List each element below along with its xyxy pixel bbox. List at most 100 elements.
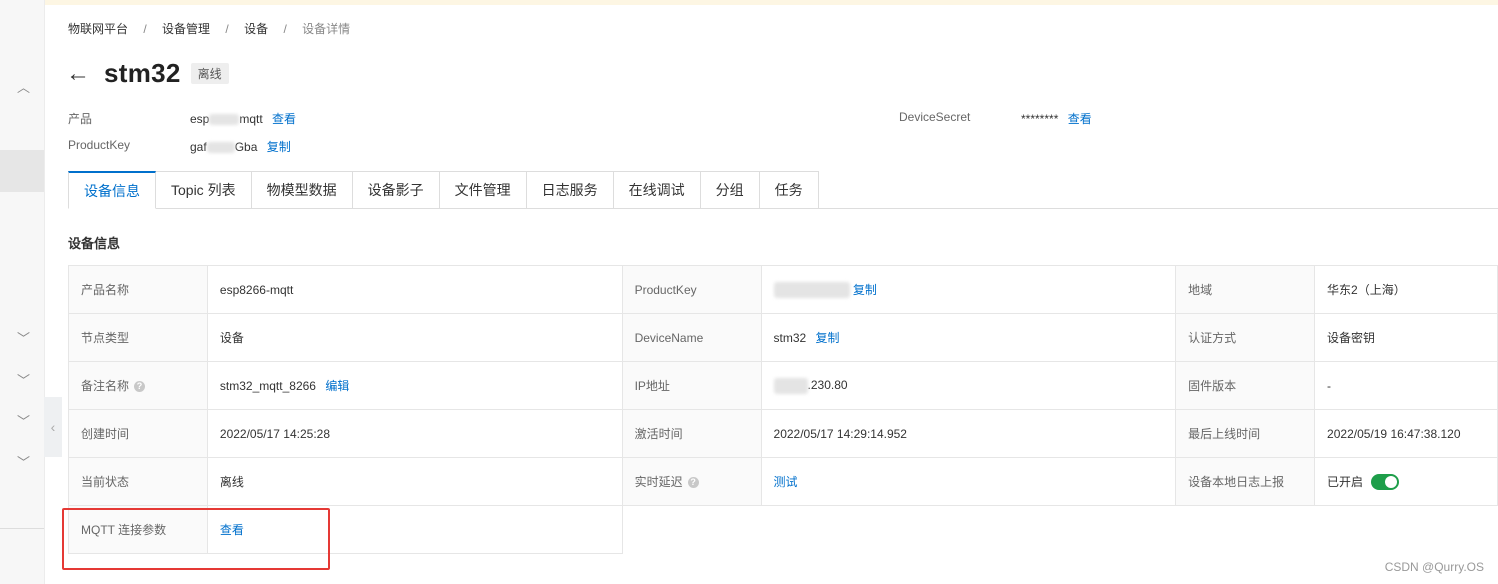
- top-notice-strip: [0, 0, 1498, 5]
- auth-method-value: 设备密钥: [1314, 313, 1498, 362]
- meta-productkey-prefix: gaf: [190, 140, 207, 154]
- current-state-label: 当前状态: [68, 457, 208, 506]
- firmware-version-value: -: [1314, 361, 1498, 410]
- copy-productkey-button[interactable]: 复制: [853, 283, 877, 297]
- activated-time-value: 2022/05/17 14:29:14.952: [760, 409, 1177, 458]
- chevron-down-icon[interactable]: ﹀: [17, 332, 30, 345]
- table-row: 产品名称 esp8266-mqtt ProductKey 复制 地域 华东2（上…: [68, 265, 1498, 314]
- help-icon[interactable]: ?: [687, 477, 699, 489]
- ip-address-value: .230.80: [760, 361, 1177, 410]
- meta-product-label: 产品: [68, 112, 93, 126]
- tab-tasks[interactable]: 任务: [759, 171, 819, 209]
- activated-time-label: 激活时间: [621, 409, 762, 458]
- breadcrumb-item-iot-platform[interactable]: 物联网平台: [68, 20, 128, 37]
- table-row: MQTT 连接参数 查看: [68, 505, 1498, 554]
- table-row: 备注名称? stm32_mqtt_8266 编辑 IP地址 .230.80 固件…: [68, 361, 1498, 410]
- view-secret-link[interactable]: 查看: [1068, 112, 1092, 126]
- meta-product-suffix: mqtt: [239, 112, 263, 126]
- blurred-text: [773, 282, 850, 299]
- product-name-label: 产品名称: [68, 265, 208, 314]
- view-product-link[interactable]: 查看: [272, 112, 296, 126]
- breadcrumb-current: 设备详情: [302, 22, 351, 36]
- firmware-version-label: 固件版本: [1175, 361, 1316, 410]
- chevron-down-icon[interactable]: ﹀: [17, 415, 30, 428]
- blurred-text: [209, 114, 240, 126]
- tab-thing-model-data[interactable]: 物模型数据: [251, 171, 353, 209]
- tab-file-management[interactable]: 文件管理: [439, 171, 527, 209]
- edit-alias-button[interactable]: 编辑: [325, 379, 349, 393]
- copy-devicename-button[interactable]: 复制: [816, 331, 840, 345]
- meta-productkey-suffix: Gba: [234, 140, 258, 154]
- section-title: 设备信息: [68, 236, 121, 251]
- node-type-label: 节点类型: [68, 313, 208, 362]
- meta-productkey-value: gaf Gba 复制: [190, 138, 291, 155]
- back-arrow-icon[interactable]: ←: [66, 59, 92, 89]
- created-time-label: 创建时间: [68, 409, 208, 458]
- devicename-text: stm32: [773, 331, 807, 345]
- chevron-left-icon: ‹: [50, 419, 56, 435]
- tab-topic-list[interactable]: Topic 列表: [156, 171, 252, 209]
- latency-label-text: 实时延迟: [634, 475, 683, 489]
- alias-text: stm32_mqtt_8266: [219, 379, 316, 393]
- region-value: 华东2（上海）: [1314, 265, 1498, 314]
- view-mqtt-params-button[interactable]: 查看: [220, 523, 244, 537]
- masked-secret: ********: [1021, 112, 1059, 126]
- status-badge: 离线: [190, 63, 229, 84]
- empty-cell: [622, 505, 1498, 554]
- tab-device-shadow[interactable]: 设备影子: [352, 171, 440, 209]
- sidebar-collapse-handle[interactable]: ‹: [44, 397, 62, 457]
- page-title: stm32: [104, 58, 181, 88]
- breadcrumb-item-device-management[interactable]: 设备管理: [162, 20, 210, 37]
- node-type-value: 设备: [206, 313, 623, 362]
- local-log-text: 已开启: [1327, 474, 1364, 489]
- meta-devicesecret-value: ******** 查看: [1021, 110, 1092, 127]
- page-header: ← stm32 离线: [66, 58, 229, 89]
- alias-value: stm32_mqtt_8266 编辑: [206, 361, 623, 410]
- chevron-up-icon[interactable]: ︿: [17, 81, 30, 94]
- table-row: 节点类型 设备 DeviceName stm32 复制 认证方式 设备密钥: [68, 313, 1498, 362]
- devicename-label: DeviceName: [621, 313, 762, 362]
- tab-online-debug[interactable]: 在线调试: [613, 171, 701, 209]
- breadcrumb: 物联网平台 / 设备管理 / 设备 / 设备详情: [68, 20, 350, 37]
- ip-suffix-text: .230.80: [807, 377, 848, 392]
- auth-method-label: 认证方式: [1175, 313, 1316, 362]
- productkey-value: 复制: [760, 265, 1177, 314]
- last-online-value: 2022/05/19 16:47:38.120: [1314, 409, 1498, 458]
- tab-bar: 设备信息 Topic 列表 物模型数据 设备影子 文件管理 日志服务 在线调试 …: [68, 171, 819, 209]
- last-online-label: 最后上线时间: [1175, 409, 1316, 458]
- local-log-value: 已开启: [1314, 457, 1498, 506]
- latency-label: 实时延迟?: [621, 457, 762, 506]
- sidebar: ︿ ﹀ ﹀ ﹀ ﹀: [0, 0, 45, 584]
- local-log-label: 设备本地日志上报: [1175, 457, 1316, 506]
- local-log-toggle[interactable]: [1371, 474, 1400, 491]
- chevron-down-icon[interactable]: ﹀: [17, 456, 30, 469]
- watermark: CSDN @Qurry.OS: [1384, 560, 1484, 574]
- copy-productkey-link[interactable]: 复制: [267, 140, 291, 154]
- table-row: 当前状态 离线 实时延迟? 测试 设备本地日志上报 已开启: [68, 457, 1498, 506]
- ip-address-label: IP地址: [621, 361, 762, 410]
- productkey-label: ProductKey: [621, 265, 762, 314]
- breadcrumb-separator: /: [225, 22, 229, 36]
- sidebar-selected-item[interactable]: [0, 150, 44, 192]
- tab-log-service[interactable]: 日志服务: [526, 171, 614, 209]
- tab-groups[interactable]: 分组: [700, 171, 760, 209]
- device-info-table: 产品名称 esp8266-mqtt ProductKey 复制 地域 华东2（上…: [68, 265, 1498, 554]
- breadcrumb-separator: /: [283, 22, 287, 36]
- tab-device-info[interactable]: 设备信息: [68, 171, 156, 209]
- region-label: 地域: [1175, 265, 1316, 314]
- devicename-value: stm32 复制: [760, 313, 1177, 362]
- meta-product-prefix: esp: [190, 112, 210, 126]
- created-time-value: 2022/05/17 14:25:28: [206, 409, 623, 458]
- sidebar-divider: [0, 528, 44, 529]
- current-state-value: 离线: [206, 457, 623, 506]
- breadcrumb-item-devices[interactable]: 设备: [244, 20, 268, 37]
- chevron-down-icon[interactable]: ﹀: [17, 374, 30, 387]
- test-latency-button[interactable]: 测试: [774, 475, 798, 489]
- meta-devicesecret-label: DeviceSecret: [899, 110, 971, 124]
- meta-product-value: esp mqtt 查看: [190, 110, 296, 127]
- alias-label: 备注名称?: [68, 361, 208, 410]
- mqtt-params-label: MQTT 连接参数: [68, 505, 208, 554]
- blurred-text: [773, 377, 808, 394]
- help-icon[interactable]: ?: [134, 381, 146, 393]
- mqtt-params-value: 查看: [206, 505, 623, 554]
